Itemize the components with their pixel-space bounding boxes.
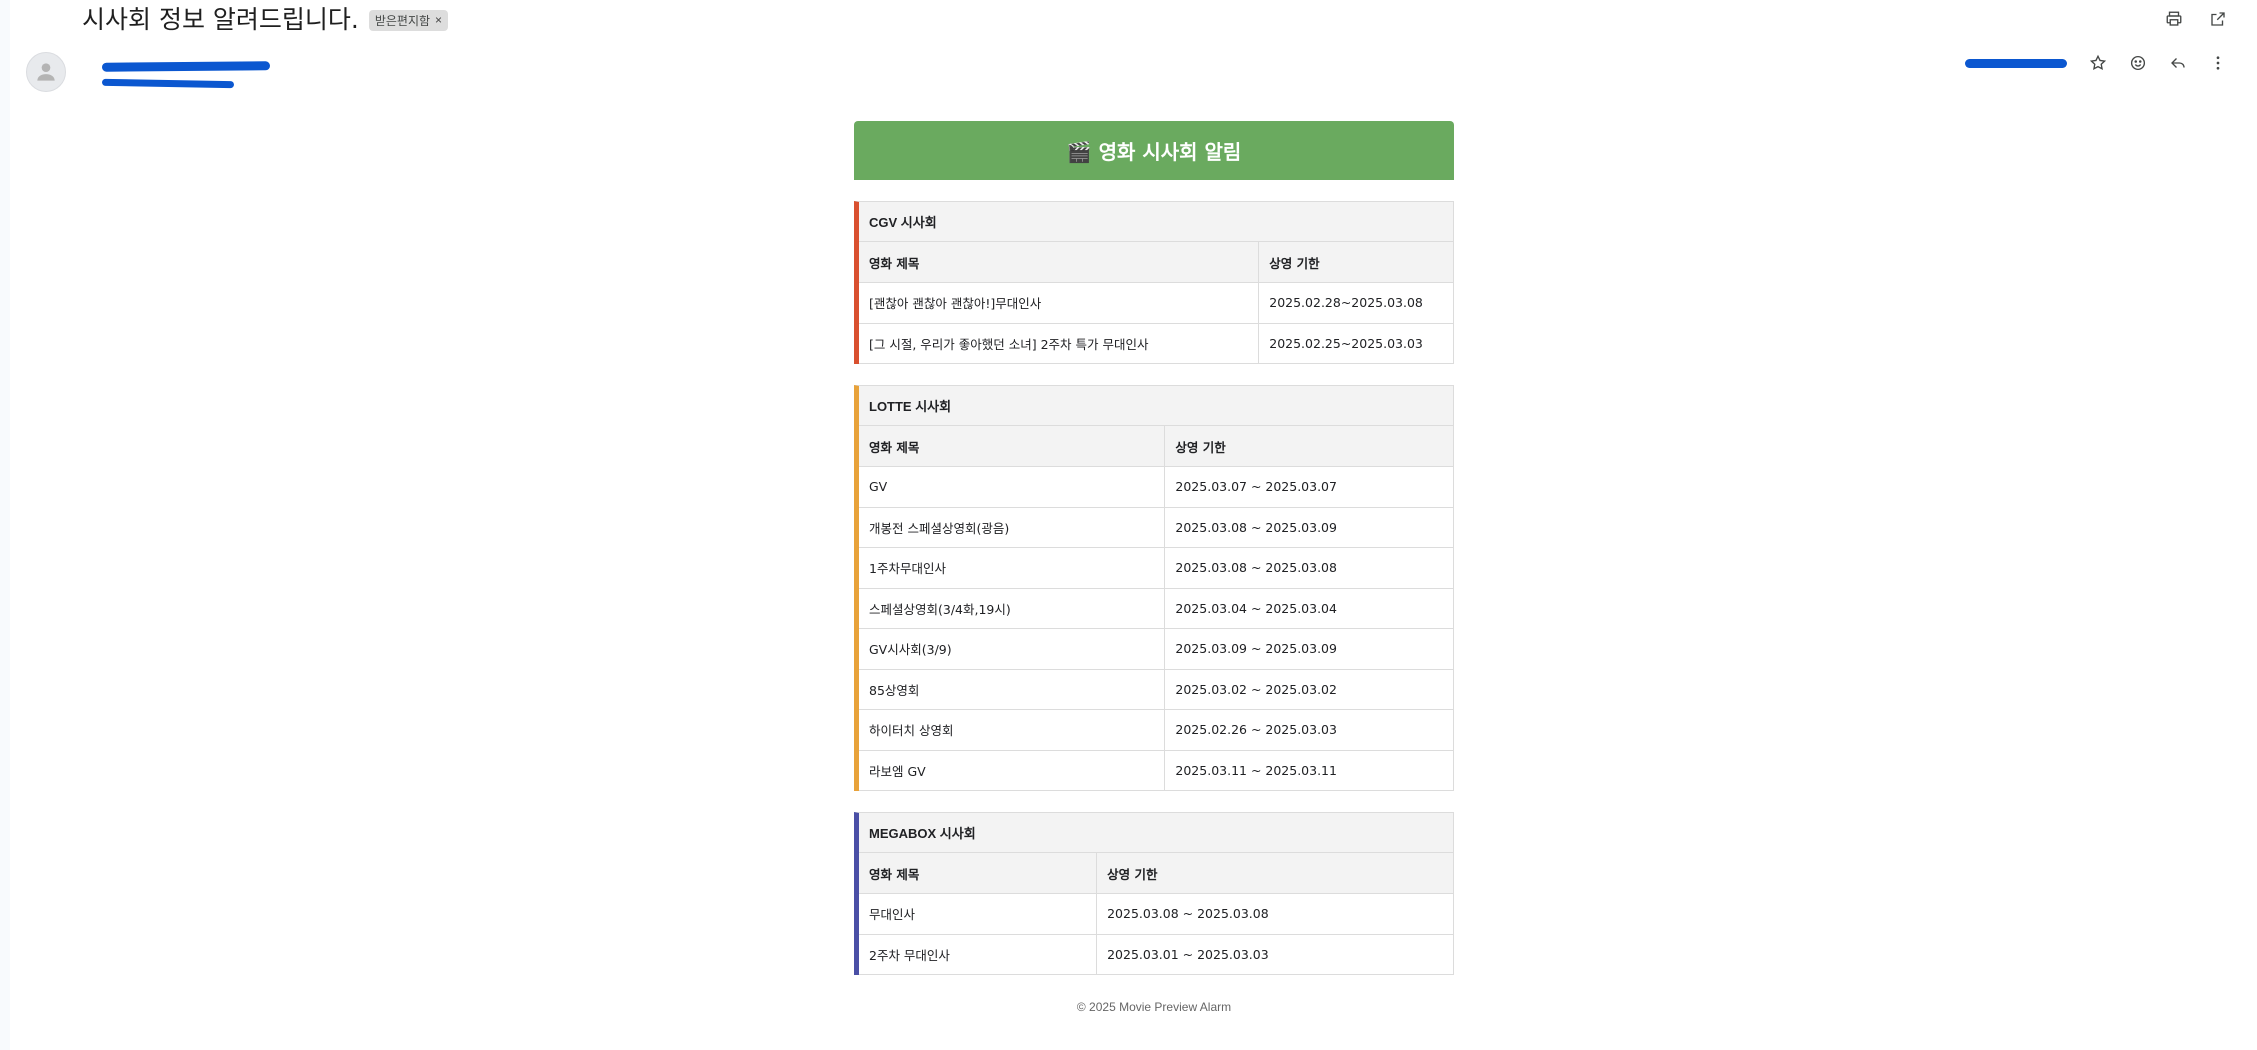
movie-title-cell: 2주차 무대인사 [859, 934, 1097, 975]
section-title: LOTTE 시사회 [859, 386, 1453, 426]
star-icon[interactable] [2085, 50, 2111, 76]
table-row: GV 2025.03.07 ~ 2025.03.07 [859, 466, 1453, 508]
movie-title-cell: 스페셜상영회(3/4화,19시) [859, 588, 1165, 629]
column-header-title: 영화 제목 [859, 853, 1097, 894]
megabox-section: MEGABOX 시사회 영화 제목 상영 기한 무대인사 2025.03.08 … [854, 812, 1454, 975]
period-cell: 2025.03.02 ~ 2025.03.02 [1164, 669, 1453, 710]
table-row: [그 시절, 우리가 좋아했던 소녀] 2주차 특가 무대인사 2025.02.… [859, 323, 1453, 364]
period-cell: 2025.03.08 ~ 2025.03.08 [1164, 547, 1453, 589]
column-header-title: 영화 제목 [859, 426, 1165, 467]
remove-label-icon[interactable]: × [435, 13, 442, 27]
sender-row [26, 52, 272, 94]
screening-table: 영화 제목 상영 기한 무대인사 2025.03.08 ~ 2025.03.08… [859, 853, 1453, 975]
banner-title: 🎬 영화 시사회 알림 [854, 121, 1454, 180]
period-cell: 2025.02.28~2025.03.08 [1258, 282, 1453, 324]
print-icon[interactable] [2161, 6, 2187, 32]
table-row: 무대인사 2025.03.08 ~ 2025.03.08 [859, 893, 1453, 935]
sender-info-redacted [101, 58, 272, 94]
email-footer: © 2025 Movie Preview Alarm [1076, 1000, 1232, 1014]
table-row: 하이터치 상영회 2025.02.26 ~ 2025.03.03 [859, 709, 1453, 751]
person-icon [37, 63, 55, 81]
section-title: CGV 시사회 [859, 202, 1453, 242]
movie-title-cell: GV [859, 466, 1165, 508]
period-cell: 2025.02.25~2025.03.03 [1258, 323, 1453, 364]
timestamp-redaction [1965, 58, 2067, 68]
period-cell: 2025.03.01 ~ 2025.03.03 [1096, 934, 1453, 975]
movie-title-cell: GV시사회(3/9) [859, 628, 1165, 670]
sender-avatar[interactable] [26, 52, 66, 92]
screening-table: 영화 제목 상영 기한 GV 2025.03.07 ~ 2025.03.07 개… [859, 426, 1453, 791]
inbox-label-text: 받은편지함 [374, 13, 431, 28]
column-header-title: 영화 제목 [859, 242, 1259, 283]
movie-title-cell: 85상영회 [859, 669, 1165, 710]
table-row: 85상영회 2025.03.02 ~ 2025.03.02 [859, 669, 1453, 710]
period-cell: 2025.03.09 ~ 2025.03.09 [1164, 628, 1453, 670]
table-row: 개봉전 스페셜상영회(광음) 2025.03.08 ~ 2025.03.09 [859, 507, 1453, 548]
table-header-row: 영화 제목 상영 기한 [859, 853, 1453, 894]
email-subject: 시사회 정보 알려드립니다. [82, 5, 359, 34]
table-header-row: 영화 제목 상영 기한 [859, 426, 1453, 467]
period-cell: 2025.03.08 ~ 2025.03.09 [1164, 507, 1453, 548]
reply-icon[interactable] [2165, 50, 2191, 76]
table-row: GV시사회(3/9) 2025.03.09 ~ 2025.03.09 [859, 628, 1453, 670]
lotte-section: LOTTE 시사회 영화 제목 상영 기한 GV 2025.03.07 ~ 20… [854, 385, 1454, 791]
column-header-period: 상영 기한 [1164, 426, 1453, 467]
open-in-new-window-icon[interactable] [2205, 6, 2231, 32]
table-header-row: 영화 제목 상영 기한 [859, 242, 1453, 283]
table-row: [괜찮아 괜찮아 괜찮아!]무대인사 2025.02.28~2025.03.08 [859, 282, 1453, 324]
message-actions [1965, 50, 2231, 76]
left-sidebar-strip [0, 0, 10, 1050]
column-header-period: 상영 기한 [1096, 853, 1453, 894]
section-title: MEGABOX 시사회 [859, 813, 1453, 853]
movie-title-cell: 라보엠 GV [859, 750, 1165, 791]
column-header-period: 상영 기한 [1258, 242, 1453, 283]
movie-title-cell: 개봉전 스페셜상영회(광음) [859, 507, 1165, 548]
recipient-redaction [101, 78, 235, 89]
movie-title-cell: 1주차무대인사 [859, 547, 1165, 589]
movie-title-cell: 무대인사 [859, 893, 1097, 935]
email-body: 🎬 영화 시사회 알림 CGV 시사회 영화 제목 상영 기한 [괜찮아 괜찮아… [854, 121, 1454, 1014]
cgv-section: CGV 시사회 영화 제목 상영 기한 [괜찮아 괜찮아 괜찮아!]무대인사 2… [854, 201, 1454, 364]
movie-title-cell: [그 시절, 우리가 좋아했던 소녀] 2주차 특가 무대인사 [859, 323, 1259, 364]
period-cell: 2025.03.08 ~ 2025.03.08 [1096, 893, 1453, 935]
movie-title-cell: [괜찮아 괜찮아 괜찮아!]무대인사 [859, 282, 1259, 324]
table-row: 2주차 무대인사 2025.03.01 ~ 2025.03.03 [859, 934, 1453, 975]
screening-table: 영화 제목 상영 기한 [괜찮아 괜찮아 괜찮아!]무대인사 2025.02.2… [859, 242, 1453, 364]
period-cell: 2025.03.07 ~ 2025.03.07 [1164, 466, 1453, 508]
period-cell: 2025.03.11 ~ 2025.03.11 [1164, 750, 1453, 791]
table-row: 1주차무대인사 2025.03.08 ~ 2025.03.08 [859, 547, 1453, 589]
subject-row: 시사회 정보 알려드립니다. 받은편지함 × [82, 0, 449, 36]
table-row: 스페셜상영회(3/4화,19시) 2025.03.04 ~ 2025.03.04 [859, 588, 1453, 629]
inbox-label-chip[interactable]: 받은편지함 × [368, 9, 449, 31]
period-cell: 2025.03.04 ~ 2025.03.04 [1164, 588, 1453, 629]
movie-title-cell: 하이터치 상영회 [859, 709, 1165, 751]
emoji-reaction-icon[interactable] [2125, 50, 2151, 76]
sender-name-redaction [101, 61, 271, 72]
table-row: 라보엠 GV 2025.03.11 ~ 2025.03.11 [859, 750, 1453, 791]
top-actions [2161, 6, 2231, 32]
more-vertical-icon[interactable] [2205, 50, 2231, 76]
period-cell: 2025.02.26 ~ 2025.03.03 [1164, 709, 1453, 751]
